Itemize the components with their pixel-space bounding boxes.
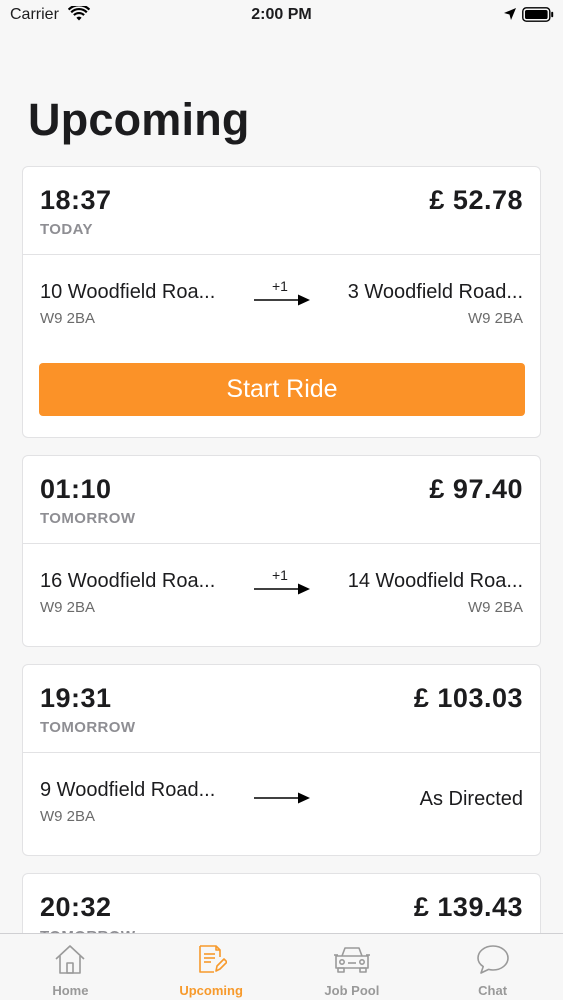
arrow-right-icon [254, 293, 312, 312]
pickup-postcode: W9 2BA [40, 310, 96, 327]
home-icon [54, 943, 86, 980]
ride-price: £ 103.03 [413, 683, 523, 713]
ride-route: 16 Woodfield Roa... W9 2BA +1 14 Woodfie… [23, 544, 540, 634]
dropoff-postcode: W9 2BA [467, 310, 523, 327]
ride-day: TOMORROW [40, 719, 136, 736]
ride-price: £ 52.78 [429, 185, 523, 215]
ride-card[interactable]: 01:10 TOMORROW £ 97.40 16 Woodfield Roa.… [22, 455, 541, 647]
ride-header: 18:37 TODAY £ 52.78 [23, 167, 540, 255]
ride-price: £ 97.40 [429, 474, 523, 504]
tab-label: Job Pool [324, 983, 380, 998]
status-bar: Carrier 2:00 PM [0, 0, 563, 30]
document-edit-icon [195, 943, 228, 980]
dropoff-address: 14 Woodfield Roa... [347, 570, 523, 592]
dropoff-address: 3 Woodfield Road... [347, 281, 523, 303]
tab-home[interactable]: Home [0, 934, 141, 1000]
ride-header: 19:31 TOMORROW £ 103.03 [23, 665, 540, 753]
ride-time: 18:37 [40, 185, 112, 215]
tab-chat[interactable]: Chat [422, 934, 563, 1000]
pickup-address: 9 Woodfield Road... [40, 779, 216, 801]
ride-time: 20:32 [40, 892, 112, 922]
tab-job-pool[interactable]: Job Pool [282, 934, 423, 1000]
location-arrow-icon [503, 7, 517, 26]
extra-stops-count: +1 [272, 567, 288, 583]
ride-route: 9 Woodfield Road... W9 2BA As Directed [23, 753, 540, 843]
extra-stops-count: +1 [272, 278, 288, 294]
start-ride-button[interactable]: Start Ride [39, 363, 525, 416]
battery-icon [522, 7, 554, 27]
pickup-postcode: W9 2BA [40, 808, 96, 825]
tab-label: Chat [478, 983, 508, 998]
pickup-address: 16 Woodfield Roa... [40, 570, 216, 592]
pickup-postcode: W9 2BA [40, 599, 96, 616]
clock: 2:00 PM [251, 6, 312, 23]
ride-header: 01:10 TOMORROW £ 97.40 [23, 456, 540, 544]
tab-upcoming[interactable]: Upcoming [141, 934, 282, 1000]
arrow-right-icon [254, 791, 312, 810]
ride-time: 01:10 [40, 474, 112, 504]
tab-bar: Home Upcoming Job Pool Chat [0, 933, 563, 1000]
car-icon [332, 943, 372, 980]
ride-card[interactable]: 19:31 TOMORROW £ 103.03 9 Woodfield Road… [22, 664, 541, 856]
ride-price: £ 139.43 [413, 892, 523, 922]
chat-bubble-icon [476, 943, 510, 980]
page-title: Upcoming [28, 94, 250, 145]
ride-day: TOMORROW [40, 510, 136, 527]
tab-label: Upcoming [179, 983, 243, 998]
dropoff-as-directed: As Directed [419, 788, 523, 810]
tab-label: Home [52, 983, 89, 998]
ride-route: 10 Woodfield Roa... W9 2BA +1 3 Woodfiel… [23, 255, 540, 345]
ride-day: TODAY [40, 221, 93, 238]
pickup-address: 10 Woodfield Roa... [40, 281, 216, 303]
dropoff-postcode: W9 2BA [467, 599, 523, 616]
ride-time: 19:31 [40, 683, 112, 713]
ride-card[interactable]: 18:37 TODAY £ 52.78 10 Woodfield Roa... … [22, 166, 541, 438]
arrow-right-icon [254, 582, 312, 601]
